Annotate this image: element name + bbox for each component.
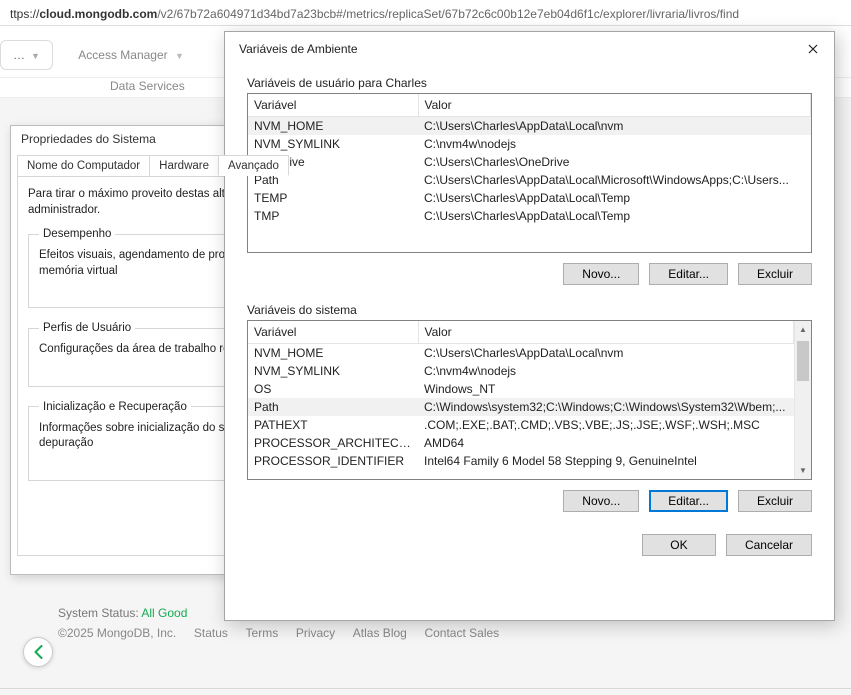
footer-link-contact[interactable]: Contact Sales — [424, 626, 499, 640]
scroll-down-arrow[interactable]: ▼ — [795, 462, 811, 479]
system-vars-label: Variáveis do sistema — [247, 303, 812, 317]
table-row[interactable]: PathC:\Users\Charles\AppData\Local\Micro… — [248, 171, 811, 189]
system-status-label: System Status: — [58, 606, 141, 620]
system-edit-button[interactable]: Editar... — [649, 490, 728, 512]
dialog-title: Variáveis de Ambiente — [239, 42, 358, 56]
footer-link-blog[interactable]: Atlas Blog — [353, 626, 407, 640]
var-name-cell: PATHEXT — [248, 416, 418, 434]
var-name-cell: PROCESSOR_ARCHITECTURE — [248, 434, 418, 452]
var-value-cell: Windows_NT — [418, 380, 794, 398]
bottom-divider — [0, 688, 851, 689]
footer-copyright: ©2025 MongoDB, Inc. — [58, 626, 176, 640]
var-name-cell: NVM_HOME — [248, 344, 418, 363]
table-row[interactable]: NVM_HOMEC:\Users\Charles\AppData\Local\n… — [248, 344, 794, 363]
var-value-cell: C:\Users\Charles\AppData\Local\nvm — [418, 117, 811, 136]
var-value-cell: C:\Users\Charles\AppData\Local\Microsoft… — [418, 171, 811, 189]
table-row[interactable]: OneDriveC:\Users\Charles\OneDrive — [248, 153, 811, 171]
var-name-cell: NVM_SYMLINK — [248, 362, 418, 380]
footer-link-terms[interactable]: Terms — [246, 626, 279, 640]
user-vars-label: Variáveis de usuário para Charles — [247, 76, 812, 90]
system-new-button[interactable]: Novo... — [563, 490, 639, 512]
var-value-cell: C:\Users\Charles\AppData\Local\Temp — [418, 189, 811, 207]
var-name-cell: TMP — [248, 207, 418, 225]
system-status-value: All Good — [141, 606, 187, 620]
system-vars-buttons: Novo... Editar... Excluir — [247, 490, 812, 512]
var-value-cell: Intel64 Family 6 Model 58 Stepping 9, Ge… — [418, 452, 794, 470]
footer-link-privacy[interactable]: Privacy — [296, 626, 335, 640]
access-manager-dropdown[interactable]: Access Manager ▼ — [78, 48, 184, 62]
url-domain: cloud.mongodb.com — [39, 7, 157, 21]
access-manager-label: Access Manager — [78, 48, 167, 62]
chevron-down-icon: ▼ — [175, 51, 184, 61]
tab-hardware[interactable]: Hardware — [149, 155, 219, 176]
ok-button[interactable]: OK — [642, 534, 716, 556]
var-value-cell: C:\Users\Charles\AppData\Local\nvm — [418, 344, 794, 363]
var-name-cell: OS — [248, 380, 418, 398]
var-name-cell: NVM_HOME — [248, 117, 418, 136]
tab-data-services[interactable]: Data Services — [110, 79, 185, 93]
table-row[interactable]: PROCESSOR_ARCHITECTUREAMD64 — [248, 434, 794, 452]
column-header-variable[interactable]: Variável — [248, 94, 418, 117]
var-value-cell: AMD64 — [418, 434, 794, 452]
performance-legend: Desempenho — [39, 228, 115, 240]
table-row[interactable]: PATHEXT.COM;.EXE;.BAT;.CMD;.VBS;.VBE;.JS… — [248, 416, 794, 434]
user-vars-listbox[interactable]: Variável Valor NVM_HOMEC:\Users\Charles\… — [247, 93, 812, 253]
close-icon — [808, 44, 818, 54]
tab-advanced[interactable]: Avançado — [218, 155, 289, 176]
user-edit-button[interactable]: Editar... — [649, 263, 728, 285]
scrollbar[interactable]: ▲ ▼ — [794, 321, 811, 479]
var-name-cell: TEMP — [248, 189, 418, 207]
table-row[interactable]: TEMPC:\Users\Charles\AppData\Local\Temp — [248, 189, 811, 207]
dialog-titlebar: Variáveis de Ambiente — [225, 32, 834, 66]
table-row[interactable]: NVM_HOMEC:\Users\Charles\AppData\Local\n… — [248, 117, 811, 136]
org-dropdown[interactable]: …▼ — [0, 40, 53, 70]
user-new-button[interactable]: Novo... — [563, 263, 639, 285]
dialog-final-buttons: OK Cancelar — [247, 534, 812, 556]
var-value-cell: C:\Users\Charles\AppData\Local\Temp — [418, 207, 811, 225]
column-header-variable[interactable]: Variável — [248, 321, 418, 344]
var-value-cell: C:\Windows\system32;C:\Windows;C:\Window… — [418, 398, 794, 416]
scroll-thumb[interactable] — [797, 341, 809, 381]
chevron-left-icon — [34, 645, 43, 659]
footer: ©2025 MongoDB, Inc. Status Terms Privacy… — [58, 625, 499, 640]
var-value-cell: C:\nvm4w\nodejs — [418, 135, 811, 153]
url-bar: ttps://cloud.mongodb.com/v2/67b72a604971… — [0, 0, 851, 26]
footer-link-status[interactable]: Status — [194, 626, 228, 640]
var-name-cell: PROCESSOR_IDENTIFIER — [248, 452, 418, 470]
table-row[interactable]: NVM_SYMLINKC:\nvm4w\nodejs — [248, 362, 794, 380]
table-row[interactable]: NVM_SYMLINKC:\nvm4w\nodejs — [248, 135, 811, 153]
cancel-button[interactable]: Cancelar — [726, 534, 812, 556]
org-dropdown-label: … — [13, 48, 25, 62]
table-row[interactable]: TMPC:\Users\Charles\AppData\Local\Temp — [248, 207, 811, 225]
var-value-cell: C:\nvm4w\nodejs — [418, 362, 794, 380]
scroll-up-arrow[interactable]: ▲ — [795, 321, 811, 338]
profiles-legend: Perfis de Usuário — [39, 322, 135, 334]
close-button[interactable] — [800, 40, 826, 58]
tab-computer-name[interactable]: Nome do Computador — [17, 155, 150, 176]
environment-variables-dialog: Variáveis de Ambiente Variáveis de usuár… — [224, 31, 835, 621]
var-name-cell: NVM_SYMLINK — [248, 135, 418, 153]
user-vars-buttons: Novo... Editar... Excluir — [247, 263, 812, 285]
user-delete-button[interactable]: Excluir — [738, 263, 812, 285]
back-button[interactable] — [23, 637, 53, 667]
var-value-cell: .COM;.EXE;.BAT;.CMD;.VBS;.VBE;.JS;.JSE;.… — [418, 416, 794, 434]
startup-legend: Inicialização e Recuperação — [39, 401, 191, 413]
system-delete-button[interactable]: Excluir — [738, 490, 812, 512]
table-row[interactable]: PROCESSOR_IDENTIFIERIntel64 Family 6 Mod… — [248, 452, 794, 470]
table-row[interactable]: PathC:\Windows\system32;C:\Windows;C:\Wi… — [248, 398, 794, 416]
system-status: System Status: All Good — [58, 605, 187, 620]
table-row[interactable]: OSWindows_NT — [248, 380, 794, 398]
column-header-value[interactable]: Valor — [418, 321, 794, 344]
system-vars-listbox[interactable]: Variável Valor NVM_HOMEC:\Users\Charles\… — [247, 320, 812, 480]
dialog-content: Variáveis de usuário para Charles Variáv… — [225, 66, 834, 566]
var-name-cell: Path — [248, 398, 418, 416]
column-header-value[interactable]: Valor — [418, 94, 811, 117]
url-path: /v2/67b72a604971d34bd7a23bcb#/metrics/re… — [157, 7, 739, 21]
var-value-cell: C:\Users\Charles\OneDrive — [418, 153, 811, 171]
chevron-down-icon: ▼ — [31, 51, 40, 61]
